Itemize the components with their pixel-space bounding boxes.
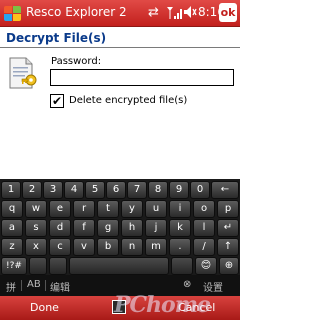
delete-encrypted-label[interactable]: Delete encrypted file(s) — [69, 95, 187, 106]
delete-encrypted-checkbox[interactable]: ✔ — [50, 94, 64, 108]
key-0[interactable]: 0 — [190, 181, 210, 199]
key-blank-3[interactable] — [171, 257, 193, 275]
key-j[interactable]: j — [145, 219, 167, 237]
key-8[interactable]: 8 — [148, 181, 168, 199]
key-o[interactable]: o — [193, 200, 215, 218]
keyboard-row-qwerty: q w e r t y u i o p — [0, 200, 240, 220]
title-bar: Resco Explorer 2 ⇄ 8:16 ok — [0, 0, 240, 27]
key-p[interactable]: p — [217, 200, 239, 218]
key-y[interactable]: y — [121, 200, 143, 218]
key-e[interactable]: e — [49, 200, 71, 218]
keyboard-row-asdf: a s d f g h j k l ↵ — [0, 219, 240, 239]
page-title: Decrypt File(s) — [6, 31, 107, 45]
key-blank-2[interactable] — [49, 257, 67, 275]
edit-mode-button[interactable]: 编辑 — [50, 279, 70, 294]
sync-icon[interactable]: ⇄ — [148, 5, 159, 20]
key-6[interactable]: 6 — [106, 181, 126, 199]
close-icon[interactable]: ⊗ — [183, 279, 191, 290]
key-x[interactable]: x — [25, 238, 47, 256]
symbols-key[interactable]: !?# — [1, 257, 27, 275]
header-divider — [0, 47, 240, 48]
pinyin-mode-button[interactable]: 拼 — [6, 279, 16, 294]
key-k[interactable]: k — [169, 219, 191, 237]
enter-key[interactable]: ↵ — [217, 219, 239, 237]
key-blank-1[interactable] — [29, 257, 47, 275]
key-9[interactable]: 9 — [169, 181, 189, 199]
key-z[interactable]: z — [1, 238, 23, 256]
key-g[interactable]: g — [97, 219, 119, 237]
signal-icon[interactable] — [166, 6, 182, 20]
space-key[interactable] — [69, 257, 169, 275]
key-u[interactable]: u — [145, 200, 167, 218]
key-2[interactable]: 2 — [22, 181, 42, 199]
app-title: Resco Explorer 2 — [26, 5, 127, 19]
backspace-key[interactable]: ← — [211, 181, 239, 199]
key-v[interactable]: v — [73, 238, 95, 256]
key-t[interactable]: t — [97, 200, 119, 218]
password-label: Password: — [51, 56, 102, 67]
ime-separator — [45, 280, 46, 291]
key-s[interactable]: s — [25, 219, 47, 237]
key-4[interactable]: 4 — [64, 181, 84, 199]
key-5[interactable]: 5 — [85, 181, 105, 199]
shift-key[interactable]: ↑ — [217, 238, 239, 256]
password-input[interactable] — [50, 69, 234, 86]
key-q[interactable]: q — [1, 200, 23, 218]
key-a[interactable]: a — [1, 219, 23, 237]
key-c[interactable]: c — [49, 238, 71, 256]
encrypted-file-icon — [9, 57, 37, 89]
ime-separator — [21, 280, 22, 291]
key-l[interactable]: l — [193, 219, 215, 237]
key-d[interactable]: d — [49, 219, 71, 237]
done-softkey[interactable]: Done — [30, 301, 59, 314]
ok-button[interactable]: ok — [219, 3, 237, 22]
keyboard-row-numbers: 1 2 3 4 5 6 7 8 9 0 ← — [0, 181, 240, 201]
ab-mode-button[interactable]: AB — [27, 279, 41, 290]
key-1[interactable]: 1 — [1, 181, 21, 199]
windows-start-icon[interactable] — [2, 4, 22, 22]
key-7[interactable]: 7 — [127, 181, 147, 199]
watermark-logo: PChome — [114, 292, 211, 318]
keyboard-row-zxcv: z x c v b n m . / ↑ — [0, 238, 240, 258]
key-n[interactable]: n — [121, 238, 143, 256]
key-b[interactable]: b — [97, 238, 119, 256]
emoji-key[interactable]: 😊 — [195, 257, 217, 275]
key-m[interactable]: m — [145, 238, 167, 256]
language-key[interactable]: ⊕ — [219, 257, 239, 275]
key-r[interactable]: r — [73, 200, 95, 218]
key-w[interactable]: w — [25, 200, 47, 218]
key-f[interactable]: f — [73, 219, 95, 237]
key-i[interactable]: i — [169, 200, 191, 218]
key-period[interactable]: . — [169, 238, 191, 256]
key-3[interactable]: 3 — [43, 181, 63, 199]
keyboard-row-bottom: !?# 😊 ⊕ — [0, 257, 240, 277]
key-h[interactable]: h — [121, 219, 143, 237]
key-slash[interactable]: / — [193, 238, 215, 256]
soft-keyboard: 1 2 3 4 5 6 7 8 9 0 ← q w e r t y u i o … — [0, 179, 240, 296]
volume-icon[interactable] — [183, 5, 197, 19]
